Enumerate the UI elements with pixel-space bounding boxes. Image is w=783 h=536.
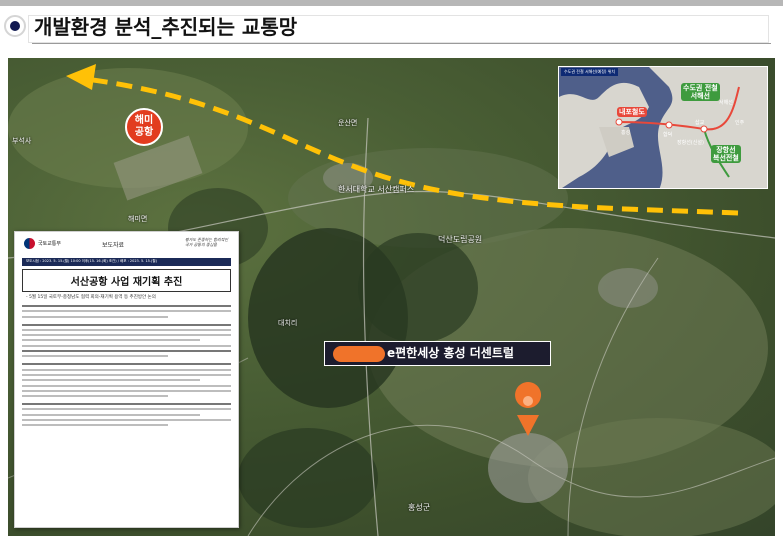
place-deoksan-park: 덕산도립공원: [438, 235, 483, 244]
redacted-brand-mark: [333, 346, 385, 362]
title-underline: [32, 43, 771, 44]
place-buseoksa: 부석사: [12, 137, 32, 145]
document-slogan: 평가도 존중하는 합리적인 국가 공동의 중심을: [185, 237, 229, 247]
document-body: [22, 305, 231, 427]
document-header: 국토교통부 보도자료 평가도 존중하는 합리적인 국가 공동의 중심을: [22, 236, 231, 258]
inset-label-hapdeok: 합덕: [663, 132, 673, 138]
site-label-text: e편한세상 홍성 더센트럴: [387, 346, 514, 360]
inset-map-graphic: [559, 67, 767, 188]
document-type: 보도자료: [102, 242, 125, 249]
ministry-name: 국토교통부: [38, 241, 62, 247]
railway-inset-map: 수도권 전철 서해선(예정) 위치 내포철도 수도권 전철 서해선 장항선 복선…: [558, 66, 768, 189]
place-hongseong: 홍성군: [408, 503, 431, 512]
ministry-logo-icon: [24, 238, 35, 249]
place-unsan: 운산면: [338, 119, 358, 127]
document-dateline: 보도시점 : 2023. 5. 15.(월) 10:00 이후(15. 16.(…: [22, 258, 231, 266]
tag-janghang-line: 장항선 복선전철: [711, 145, 741, 163]
slide-header: 개발환경 분석_추진되는 교통망: [0, 6, 783, 46]
airport-badge: 해미 공항: [125, 108, 163, 146]
tag-seohae-line: 수도권 전철 서해선: [681, 83, 720, 101]
place-haemi: 해미면: [128, 215, 148, 223]
inset-label-inju: 인주: [735, 120, 745, 126]
airport-badge-label: 해미 공항: [134, 115, 154, 138]
document-title: 서산공항 사업 재기획 추진: [22, 269, 231, 292]
inset-label-sapgyo: 삽교: [695, 120, 705, 126]
place-daechi: 대치리: [278, 319, 298, 327]
press-release-document: 국토교통부 보도자료 평가도 존중하는 합리적인 국가 공동의 중심을 보도시점…: [14, 231, 239, 528]
inset-label-hongseong: 홍성: [621, 130, 631, 136]
slide-title: 개발환경 분석_추진되는 교통망: [34, 15, 298, 39]
document-subtitle: - 5월 15일 국토부-충청남도 협력 회의-재기획 용역 등 추진방안 논의: [26, 295, 156, 300]
tag-naepo-railway: 내포철도: [617, 107, 647, 117]
inset-label-janghang: 장항선(신설): [677, 140, 704, 146]
bullet-icon: [4, 15, 26, 37]
inset-label-seohae: 서해선: [719, 100, 733, 106]
inset-legend: 수도권 전철 서해선(예정) 위치: [561, 68, 619, 76]
place-hanseo-univ: 한서대학교 서산캠퍼스: [338, 185, 415, 194]
